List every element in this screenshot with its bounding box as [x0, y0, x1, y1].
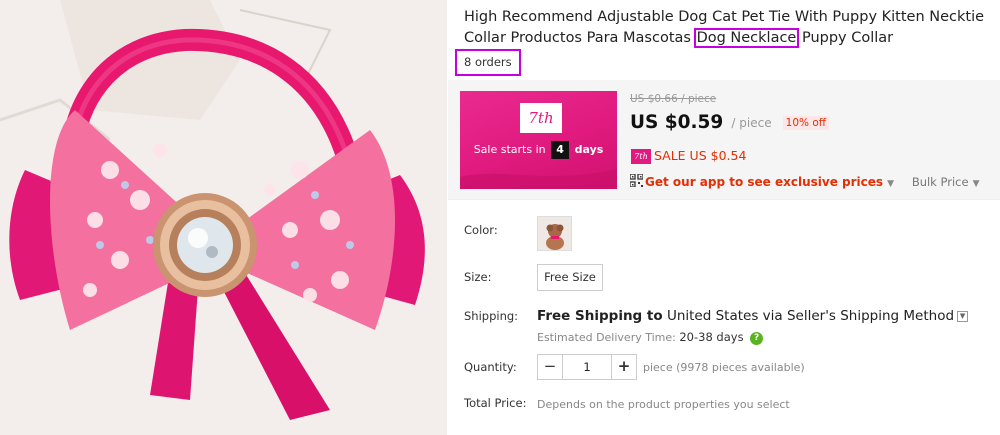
- chevron-down-icon[interactable]: ▼: [887, 179, 894, 189]
- promo-banner[interactable]: 7th Sale starts in 4 days: [460, 91, 617, 189]
- product-title: High Recommend Adjustable Dog Cat Pet Ti…: [464, 7, 994, 49]
- product-info-panel: High Recommend Adjustable Dog Cat Pet Ti…: [448, 0, 1000, 435]
- promo-7th-badge: 7th: [520, 103, 562, 133]
- quantity-input[interactable]: 1: [563, 355, 611, 379]
- help-icon[interactable]: ?: [750, 331, 764, 345]
- sale-countdown: Sale starts in 4 days: [460, 141, 617, 159]
- quantity-available: piece (9978 pieces available): [643, 361, 805, 374]
- current-price-row: US $0.59 / piece 10% off: [630, 112, 830, 138]
- divider: [448, 199, 1000, 200]
- quantity-increase-button[interactable]: +: [611, 355, 636, 379]
- total-price-label: Total Price:: [464, 396, 527, 410]
- title-highlight: Dog Necklace: [693, 28, 800, 48]
- bulk-price-dropdown[interactable]: Bulk Price ▼: [912, 175, 980, 189]
- shipping-label: Shipping:: [464, 309, 519, 323]
- color-label: Color:: [464, 223, 498, 237]
- shipping-destination: United States via Seller's Shipping Meth…: [666, 308, 955, 324]
- estimated-delivery-days: 20-38 days: [679, 330, 744, 344]
- promo-decoration: [460, 169, 617, 189]
- quantity-label: Quantity:: [464, 360, 517, 374]
- product-image[interactable]: [0, 0, 447, 435]
- quantity-decrease-button[interactable]: −: [538, 355, 563, 379]
- estimated-delivery-label: Estimated Delivery Time:: [537, 331, 676, 344]
- sale-starts-text: Sale starts in: [473, 143, 546, 156]
- total-price-value: Depends on the product properties you se…: [537, 398, 790, 411]
- bulk-price-label: Bulk Price: [911, 175, 969, 189]
- app-row: Get our app to see exclusive prices ▼ Bul…: [629, 172, 980, 192]
- estimated-delivery: Estimated Delivery Time: 20-38 days ?: [537, 330, 764, 345]
- price-unit: / piece: [731, 115, 772, 130]
- days-number: 4: [551, 141, 570, 159]
- qr-code-icon: [629, 172, 644, 192]
- chevron-down-icon[interactable]: ▼: [957, 310, 969, 322]
- current-price: US $0.59: [630, 112, 724, 133]
- orders-count: 8 orders: [455, 49, 521, 76]
- quantity-stepper: − 1 +: [537, 354, 637, 380]
- price-panel: 7th Sale starts in 4 days US $0.66 / pie…: [448, 80, 1000, 199]
- original-price: US $0.66 / piece: [630, 93, 717, 105]
- size-option-free-size[interactable]: Free Size: [537, 264, 603, 291]
- size-label: Size:: [464, 270, 492, 284]
- days-word: days: [574, 143, 604, 156]
- color-option-thumbnail[interactable]: [537, 216, 572, 251]
- sale-price: SALE US $0.54: [654, 148, 747, 163]
- sale-price-row: 7th SALE US $0.54: [631, 147, 746, 165]
- shipping-method[interactable]: Free Shipping to United States via Selle…: [537, 308, 969, 324]
- chevron-down-icon: ▼: [972, 179, 980, 189]
- title-text-end: Puppy Collar: [797, 30, 894, 46]
- sale-7th-icon: 7th: [631, 149, 651, 164]
- free-shipping-text: Free Shipping to: [537, 308, 663, 324]
- get-app-link[interactable]: Get our app to see exclusive prices: [645, 175, 883, 189]
- discount-badge: 10% off: [782, 115, 830, 130]
